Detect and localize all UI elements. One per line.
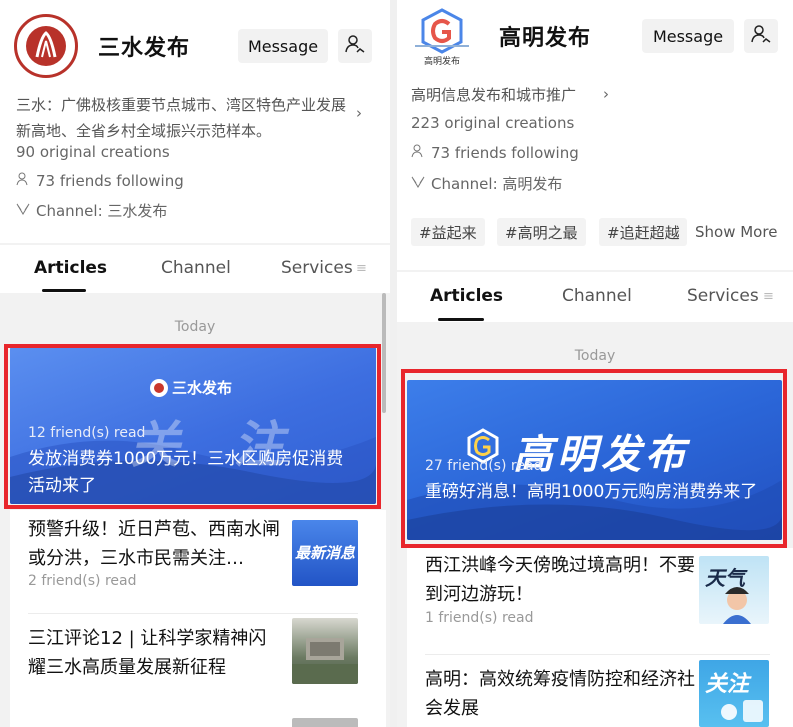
- account-description: 高明信息发布和城市推广: [411, 86, 577, 104]
- friends-icon: [16, 172, 30, 190]
- panel-divider: [390, 0, 397, 727]
- active-tab-indicator: [42, 289, 86, 292]
- article-thumbnail: [292, 718, 358, 727]
- description-chevron-icon[interactable]: ›: [603, 85, 609, 103]
- left-account-panel: 三水发布 Message 三水：广佛极核重要节点城市、湾区特色产业发展新高地、全…: [0, 0, 390, 727]
- original-count: 223 original creations: [411, 114, 575, 132]
- article-title: 预警升级！近日芦苞、西南水闸或分洪，三水市民需关注…: [28, 519, 280, 569]
- article-title: 西江洪峰今天傍晚过境高明！不要到河边游玩！: [425, 555, 695, 605]
- article-title: 三江评论12 | 让科学家精神闪耀三水高质量发展新征程: [28, 628, 267, 678]
- user-icon: [751, 24, 771, 48]
- sanshui-logo: [14, 14, 78, 78]
- date-divider: Today: [574, 348, 616, 364]
- section-gap: [397, 270, 793, 272]
- account-description: 三水：广佛极核重要节点城市、湾区特色产业发展新高地、全省乡村全域振兴示范样本。: [16, 96, 347, 140]
- article-read-count: 2 friend(s) read: [28, 573, 137, 589]
- tab-channel[interactable]: Channel: [562, 286, 632, 306]
- scrollbar[interactable]: [382, 293, 386, 413]
- section-gap: [0, 243, 390, 245]
- channel-icon: [411, 175, 425, 193]
- list-item-partial[interactable]: [10, 708, 386, 727]
- menu-icon[interactable]: ≡: [356, 261, 367, 276]
- highlight-box: [401, 369, 787, 548]
- divider: [28, 613, 358, 614]
- user-icon: [345, 34, 365, 58]
- channel-link[interactable]: Channel: 三水发布: [16, 200, 167, 221]
- follow-user-button[interactable]: [338, 29, 372, 63]
- account-name: 三水发布: [98, 36, 191, 61]
- channel-icon: [16, 202, 30, 220]
- divider: [425, 654, 770, 655]
- list-item[interactable]: 高明：高效统筹疫情防控和经济社会发展 关注: [407, 660, 793, 727]
- channel-link[interactable]: Channel: 高明发布: [411, 173, 562, 194]
- article-thumbnail: 天气: [699, 556, 769, 624]
- article-thumbnail: 最新消息: [292, 520, 358, 586]
- friends-following[interactable]: 73 friends following: [16, 172, 184, 190]
- message-button[interactable]: Message: [238, 29, 328, 63]
- article-thumbnail: 关注: [699, 660, 769, 727]
- list-item[interactable]: 西江洪峰今天傍晚过境高明！不要到河边游玩！ 1 friend(s) read 天…: [407, 548, 793, 660]
- account-name: 高明发布: [499, 26, 592, 51]
- friends-following[interactable]: 73 friends following: [411, 144, 579, 162]
- message-button[interactable]: Message: [642, 19, 734, 53]
- tab-services[interactable]: Services: [281, 258, 353, 278]
- active-tab-indicator: [438, 318, 484, 321]
- list-item[interactable]: 预警升级！近日芦苞、西南水闸或分洪，三水市民需关注… 2 friend(s) r…: [10, 510, 386, 618]
- list-item[interactable]: 三江评论12 | 让科学家精神闪耀三水高质量发展新征程: [10, 618, 386, 708]
- tab-articles[interactable]: Articles: [430, 286, 503, 306]
- date-divider: Today: [174, 319, 216, 335]
- topic-tag[interactable]: #高明之最: [497, 218, 586, 246]
- topic-tag[interactable]: #追赶超越: [599, 218, 687, 246]
- highlight-box: [4, 344, 381, 509]
- gaoming-logo: 高明发布: [409, 6, 475, 67]
- description-chevron-icon[interactable]: ›: [356, 104, 362, 122]
- article-title: 高明：高效统筹疫情防控和经济社会发展: [425, 669, 695, 719]
- follow-user-button[interactable]: [744, 19, 778, 53]
- original-count: 90 original creations: [16, 143, 170, 161]
- topic-tag[interactable]: #益起来: [411, 218, 485, 246]
- friends-icon: [411, 144, 425, 162]
- menu-icon[interactable]: ≡: [763, 289, 774, 304]
- right-account-panel: 高明发布 高明发布 Message 高明信息发布和城市推广 › 223 orig…: [397, 0, 793, 727]
- show-more-link[interactable]: Show More: [695, 223, 777, 241]
- tab-articles[interactable]: Articles: [34, 258, 107, 278]
- tab-services[interactable]: Services: [687, 286, 759, 306]
- article-read-count: 1 friend(s) read: [425, 610, 534, 626]
- tab-channel[interactable]: Channel: [161, 258, 231, 278]
- article-thumbnail: [292, 618, 358, 684]
